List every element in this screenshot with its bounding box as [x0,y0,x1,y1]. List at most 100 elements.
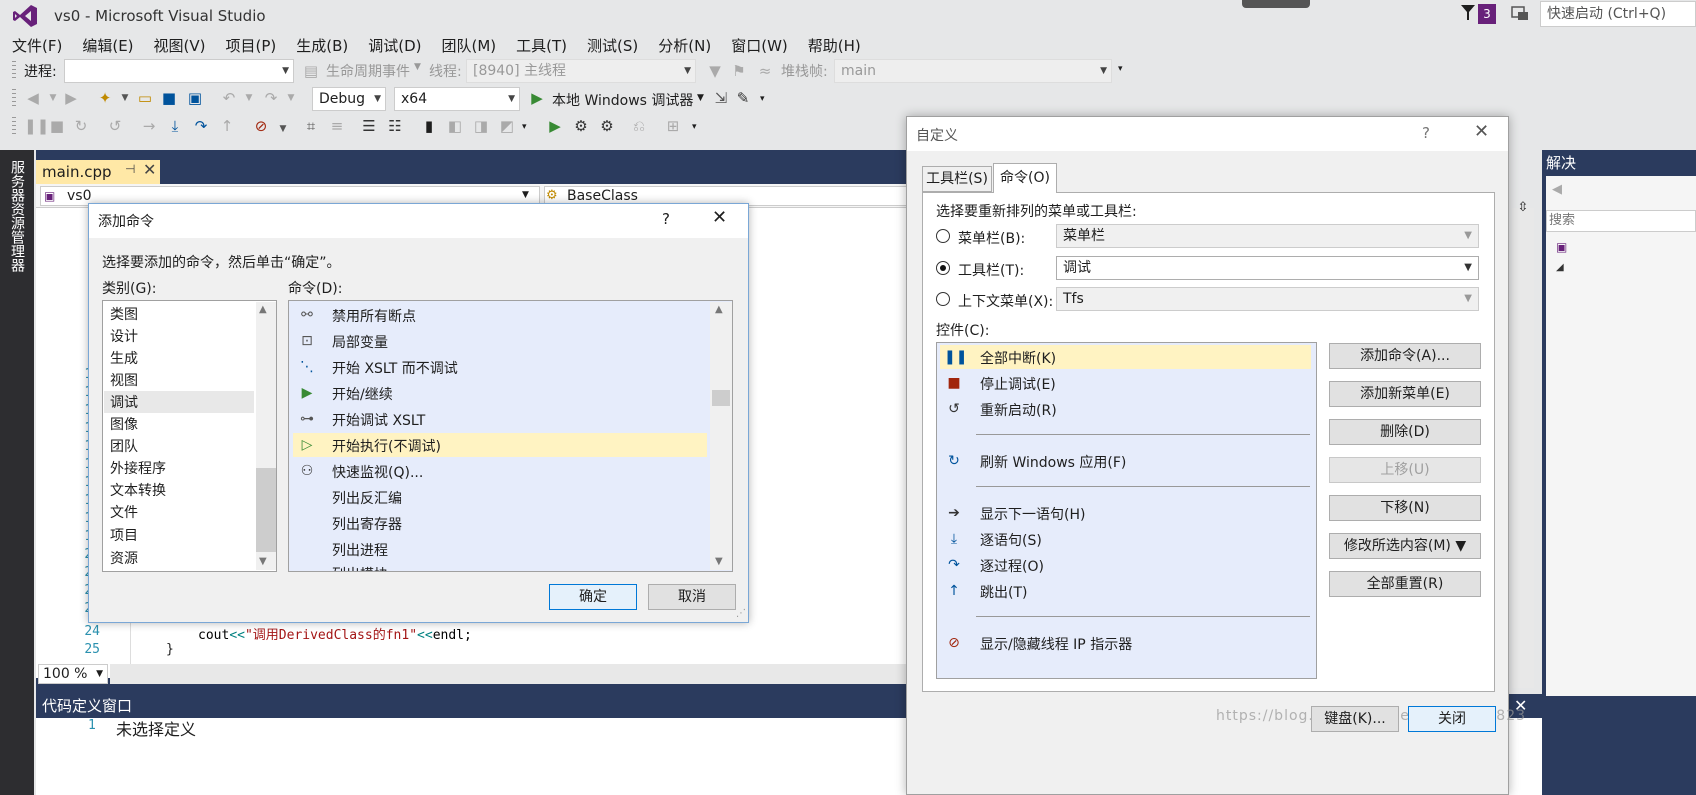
break-all-icon[interactable]: ❚❚ [24,117,49,135]
control-item[interactable]: 显示下一语句(H) [980,504,1085,524]
performance-icon[interactable]: ⚙ [598,117,616,135]
category-item[interactable]: 图像 [110,414,138,434]
category-item[interactable]: 项目 [110,525,138,545]
add-command-button[interactable]: 添加命令(A)... [1329,343,1481,369]
tab-toolbars[interactable]: 工具栏(S) [922,166,992,192]
wrench-icon[interactable]: ✎ [734,89,752,107]
process-combo[interactable]: ▼ [64,59,294,83]
code-line-24[interactable]: cout<<"调用DerivedClass的fn1"<<endl; [198,624,472,643]
diagram-icon[interactable]: ⊞ [664,117,682,135]
cancel-button[interactable]: 取消 [648,584,736,610]
category-item[interactable]: 类图 [110,304,138,324]
toolbar-select[interactable]: 调试 ▼ [1056,256,1479,280]
split-icon[interactable]: ⇳ [1514,200,1532,218]
command-item[interactable]: 列出寄存器 [332,514,402,534]
start-icon[interactable]: ▶ [546,117,564,135]
next-bookmark-icon[interactable]: ◨ [472,117,490,135]
chevron-down-icon[interactable]: ▼ [522,190,529,200]
close-icon[interactable]: ✕ [712,207,727,228]
code-line-25[interactable]: } [166,642,174,657]
refresh-icon[interactable]: ↺ [106,117,124,135]
thread-combo[interactable]: [8940] 主线程 ▼ [466,59,696,83]
vertical-scrollbar[interactable] [1512,208,1534,688]
feedback-icon[interactable] [1510,4,1530,24]
bookmark-icon[interactable]: ▮ [420,117,438,135]
scroll-up-icon[interactable]: ▲ [259,304,267,315]
restart-icon[interactable]: ↻ [72,117,90,135]
control-item[interactable]: 刷新 Windows 应用(F) [980,452,1126,472]
toolbar-overflow-icon[interactable]: ▾ [522,122,527,132]
command-item[interactable]: 列出模块 [332,564,388,571]
thread-ip-icon[interactable]: ⊘ [252,117,270,135]
scrollbar-thumb[interactable] [712,390,730,406]
toolbar-grip[interactable] [12,89,16,109]
category-item[interactable]: 资源 [110,548,138,568]
control-item[interactable]: 重新启动(R) [980,400,1057,420]
toolbar-radio-label[interactable]: 工具栏(T): [958,260,1024,280]
toolbar-overflow-icon[interactable]: ▾ [692,122,697,132]
hex-display-icon[interactable]: ⌗ [302,117,320,135]
format2-icon[interactable]: ☷ [386,117,404,135]
step-out-icon[interactable]: ↑ [218,117,236,135]
toolbar-grip[interactable] [12,61,16,81]
toolbar-overflow-icon[interactable]: ▾ [760,94,765,104]
attach-process-icon[interactable]: ⇲ [712,89,730,107]
notification-count[interactable]: 3 [1478,4,1496,24]
modify-selection-button[interactable]: 修改所选内容(M) ▼ [1329,533,1481,559]
scroll-down-icon[interactable]: ▼ [715,556,723,567]
command-item[interactable]: 列出进程 [332,540,388,560]
category-item[interactable]: 生成 [110,348,138,368]
stackframe-combo[interactable]: main ▼ [834,59,1112,83]
category-item[interactable]: 文本转换 [110,480,166,500]
tab-commands[interactable]: 命令(O) [993,163,1057,193]
reset-all-button[interactable]: 全部重置(R) [1329,571,1481,597]
step-into-icon[interactable]: ⤓ [166,117,184,135]
delete-button[interactable]: 删除(D) [1329,419,1481,445]
clear-bookmarks-icon[interactable]: ◩ [498,117,516,135]
redo-icon[interactable]: ↷ [262,89,280,107]
scroll-up-icon[interactable]: ▲ [715,304,723,315]
control-item[interactable]: 逐语句(S) [980,530,1042,550]
command-item[interactable]: 开始/继续 [332,384,393,404]
disabled-icon[interactable]: ⎌ [630,117,648,135]
keyboard-button[interactable]: 键盘(K)... [1311,706,1399,732]
command-item[interactable]: 局部变量 [332,332,388,352]
category-item[interactable]: 视图 [110,370,138,390]
scrollbar-thumb[interactable] [256,468,276,552]
control-item[interactable]: 显示/隐藏线程 IP 指示器 [980,634,1132,654]
menubar-radio-label[interactable]: 菜单栏(B): [958,228,1025,248]
category-item[interactable]: 外接程序 [110,458,166,478]
category-item[interactable]: 文件 [110,502,138,522]
format-icon[interactable]: ☰ [360,117,378,135]
close-tab-icon[interactable]: ✕ [143,160,156,179]
toolbar-grip[interactable] [12,117,16,137]
expand-icon[interactable]: ◢ [1556,262,1564,273]
context-menu-radio[interactable] [936,292,950,306]
chevron-down-icon[interactable]: ▼ [697,93,704,103]
save-icon[interactable]: ■ [160,89,178,107]
lifecycle-events-label[interactable]: 生命周期事件 [326,61,410,81]
menubar-radio[interactable] [936,229,950,243]
solution-explorer-body[interactable] [1546,176,1696,696]
category-item[interactable]: 团队 [110,436,138,456]
move-down-button[interactable]: 下移(N) [1329,495,1481,521]
command-item[interactable]: 开始 XSLT 而不调试 [332,358,458,378]
commands-scrollbar[interactable] [710,302,732,570]
notification-flag-icon[interactable] [1460,4,1476,22]
document-tab-main-cpp[interactable]: main.cpp [36,160,160,184]
control-item[interactable]: 停止调试(E) [980,374,1056,394]
category-item-selected[interactable]: 调试 [110,392,138,412]
help-button[interactable]: ? [662,210,670,228]
start-debug-icon[interactable]: ▶ [528,89,546,107]
context-menu-radio-label[interactable]: 上下文菜单(X): [958,291,1053,311]
command-item[interactable]: 快速监视(Q)... [332,462,423,482]
quick-launch-input[interactable]: 快速启动 (Ctrl+Q) [1540,1,1696,27]
save-all-icon[interactable]: ▣ [186,89,204,107]
zoom-combo[interactable]: 100 % ▼ [38,664,108,684]
solution-search-input[interactable]: 搜索 [1546,210,1696,232]
open-file-icon[interactable]: ▭ [136,89,154,107]
server-explorer-tab[interactable]: 服务器资源管理器 [7,160,27,272]
category-item[interactable]: 设计 [110,326,138,346]
scroll-down-icon[interactable]: ▼ [259,556,267,567]
add-new-menu-button[interactable]: 添加新菜单(E) [1329,381,1481,407]
